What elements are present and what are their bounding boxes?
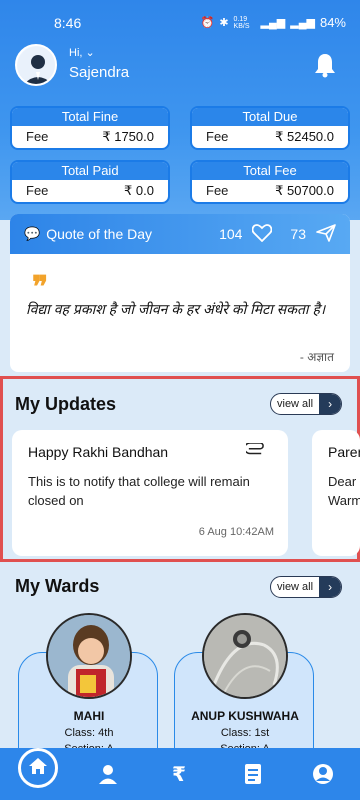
- battery-level: 84%: [319, 15, 346, 30]
- ward-class: Class: 4th: [64, 727, 114, 739]
- username: Sajendra: [69, 64, 130, 81]
- alarm-icon: ⏰: [200, 17, 215, 29]
- update-title: Paren: [328, 444, 360, 460]
- share-count: 73: [290, 226, 306, 242]
- receipt-icon[interactable]: [240, 761, 266, 787]
- fee-label: Fee: [206, 183, 229, 198]
- wards-view-all-button[interactable]: view all ›: [270, 576, 343, 598]
- like-count: 104: [219, 226, 243, 242]
- chevron-right-icon: ›: [319, 577, 342, 597]
- ward-photo: [46, 613, 132, 699]
- bell-icon[interactable]: [314, 52, 336, 78]
- fee-card-title: Total Due: [192, 108, 348, 126]
- quote-heading: Quote of the Day: [46, 226, 153, 242]
- ward-name: MAHI: [73, 709, 105, 723]
- home-icon: [28, 757, 48, 780]
- fee-amount: ₹ 0.0: [124, 183, 154, 198]
- heart-icon[interactable]: [252, 223, 273, 245]
- ward-photo: [202, 613, 288, 699]
- view-all-label: view all: [277, 398, 314, 410]
- updates-title: My Updates: [15, 394, 117, 414]
- total-paid-card[interactable]: Total Paid Fee ₹ 0.0: [10, 160, 170, 204]
- update-card[interactable]: Paren Dear Warm: [312, 430, 360, 556]
- update-card[interactable]: Happy Rakhi Bandhan This is to notify th…: [12, 430, 288, 556]
- wards-title: My Wards: [15, 576, 100, 596]
- avatar[interactable]: [15, 44, 57, 86]
- home-button[interactable]: [18, 748, 58, 788]
- status-time: 8:46: [54, 15, 82, 31]
- quote-card: 💬 Quote of the Day 104 73 ❞ विद्या वह प्…: [10, 214, 350, 372]
- update-body: This is to notify that college will rema…: [28, 474, 250, 508]
- student-icon[interactable]: [95, 761, 121, 787]
- ward-class: Class: 1st: [220, 727, 270, 739]
- total-fee-card[interactable]: Total Fee Fee ₹ 50700.0: [190, 160, 350, 204]
- view-all-label: view all: [277, 581, 314, 593]
- updates-view-all-button[interactable]: view all ›: [270, 393, 343, 415]
- signal-icon: ▂▄▆: [290, 17, 315, 29]
- update-title: Happy Rakhi Bandhan: [28, 444, 169, 460]
- profile-icon[interactable]: [310, 761, 336, 787]
- fee-card-title: Total Fine: [12, 108, 168, 126]
- status-bar: 8:46 ⏰ ✱ 0.19 KB/S ▂▄▆ ▂▄▆ 84%: [0, 0, 360, 36]
- update-time: 6 Aug 10:42AM: [198, 526, 274, 538]
- chevron-down-icon[interactable]: ⌄: [86, 47, 95, 59]
- rupee-icon[interactable]: ₹: [166, 761, 192, 787]
- fee-label: Fee: [26, 129, 49, 144]
- fee-amount: ₹ 50700.0: [275, 183, 334, 198]
- chevron-right-icon: ›: [319, 394, 342, 414]
- total-due-card[interactable]: Total Due Fee ₹ 52450.0: [190, 106, 350, 150]
- update-body: Dear Warm: [328, 474, 360, 508]
- greeting: Hi, ⌄: [69, 47, 95, 59]
- total-fine-card[interactable]: Total Fine Fee ₹ 1750.0: [10, 106, 170, 150]
- fee-label: Fee: [206, 129, 229, 144]
- quote-text: विद्या वह प्रकाश है जो जीवन के हर अंधेरे…: [26, 301, 326, 317]
- speech-bubble-icon: 💬: [24, 226, 41, 241]
- fee-card-title: Total Paid: [12, 162, 168, 180]
- fee-card-title: Total Fee: [192, 162, 348, 180]
- fee-amount: ₹ 1750.0: [102, 129, 154, 144]
- quote-author: - अज्ञात: [299, 350, 334, 364]
- send-icon[interactable]: [316, 223, 336, 245]
- attachment-icon[interactable]: [243, 442, 266, 460]
- ward-name: ANUP KUSHWAHA: [191, 709, 299, 723]
- bluetooth-icon: ✱: [219, 17, 229, 29]
- fee-label: Fee: [26, 183, 49, 198]
- quote-header: 💬 Quote of the Day 104 73: [10, 214, 350, 254]
- signal-icon: ▂▄▆: [260, 17, 286, 29]
- network-speed: 0.19 KB/S: [233, 15, 250, 30]
- fee-amount: ₹ 52450.0: [275, 129, 334, 144]
